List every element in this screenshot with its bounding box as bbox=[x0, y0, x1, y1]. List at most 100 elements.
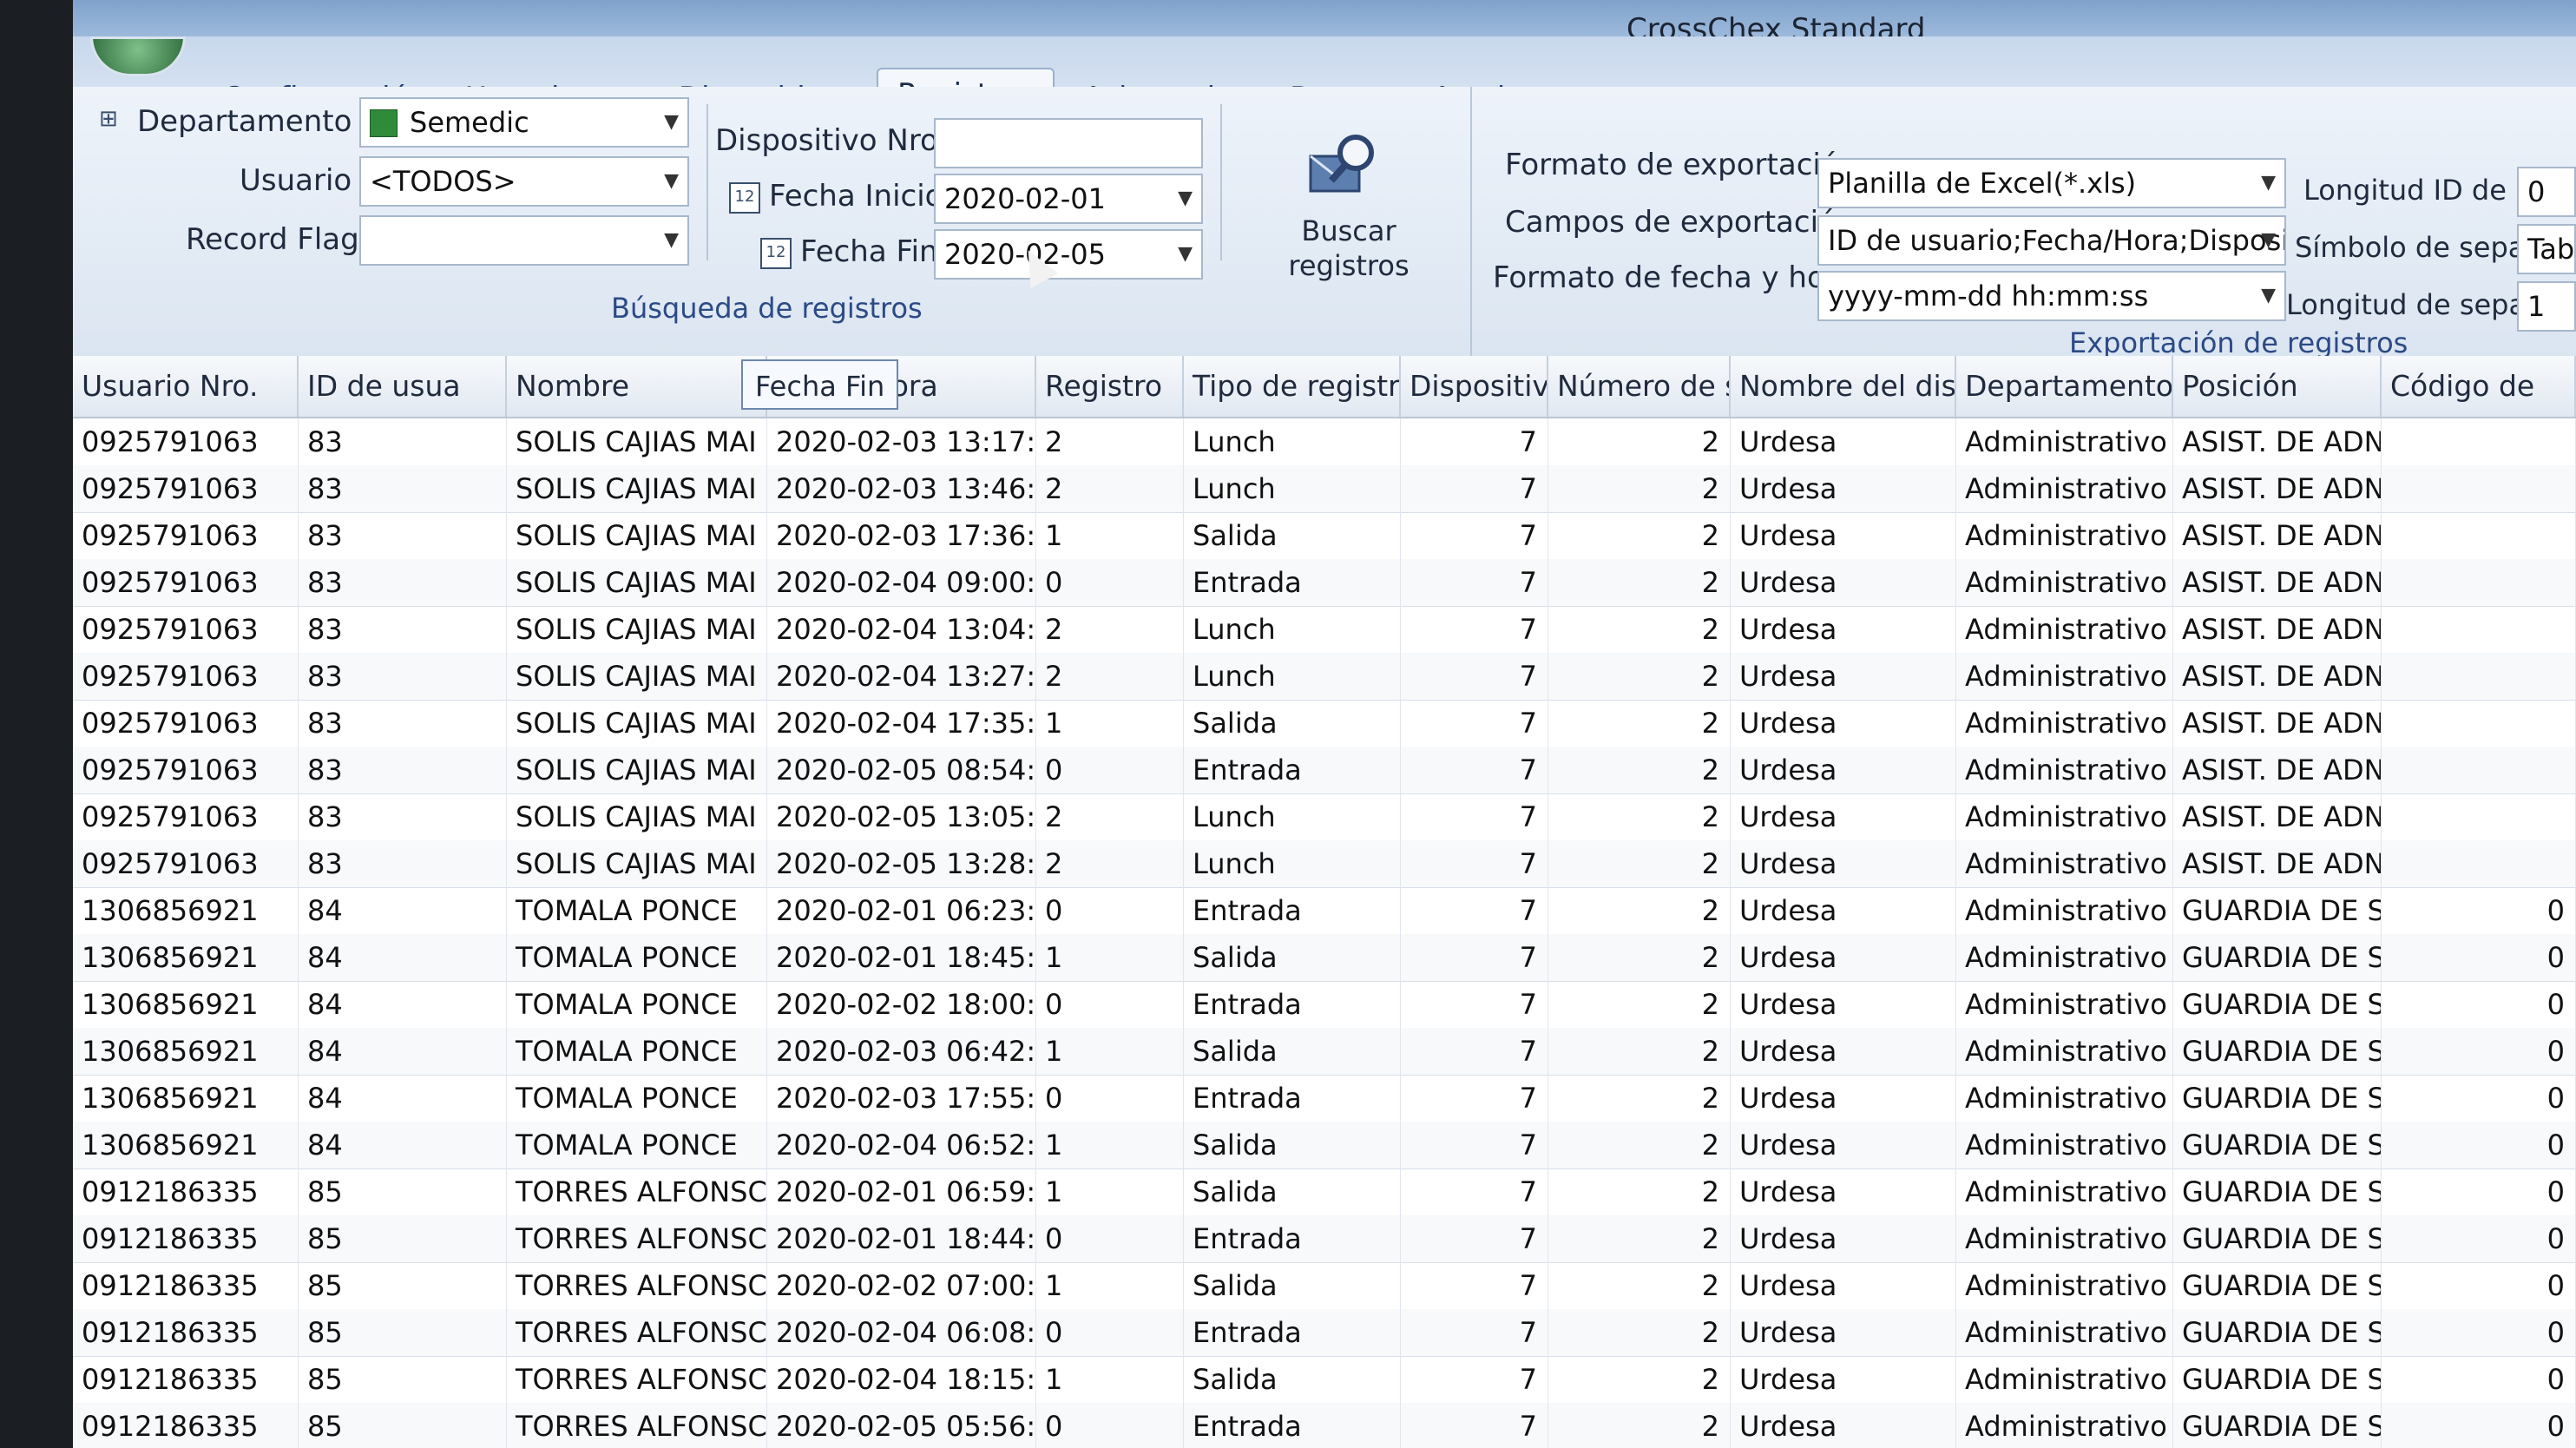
cell-posicion: GUARDIA DE S bbox=[2173, 1403, 2382, 1448]
cell-dispositivo: 7 bbox=[1401, 981, 1548, 1028]
search-records-icon bbox=[1309, 135, 1374, 193]
departamento-value: Semedic bbox=[410, 106, 529, 139]
col-header-registro[interactable]: Registro bbox=[1036, 356, 1184, 417]
table-row[interactable]: 0925791063 83 SOLIS CAJIAS MAI 2020-02-05 1… bbox=[73, 793, 2576, 841]
table-row[interactable]: 1306856921 84 TOMALA PONCE 2020-02-01 06:23… bbox=[73, 887, 2576, 935]
cell-dispositivo: 7 bbox=[1401, 840, 1548, 887]
table-row[interactable]: 0912186335 85 TORRES ALFONSC 2020-02-04 18:… bbox=[73, 1356, 2576, 1404]
cell-dispositivo: 7 bbox=[1401, 793, 1548, 840]
cell-fecha-hora: 2020-02-03 13:46:17 bbox=[767, 465, 1036, 512]
cell-posicion: ASIST. DE ADN bbox=[2173, 747, 2382, 793]
cell-posicion: GUARDIA DE S bbox=[2173, 934, 2382, 981]
fecha-inicio-picker[interactable]: 2020-02-01 ▼ bbox=[934, 174, 1203, 224]
record-flag-select[interactable]: ▼ bbox=[359, 215, 689, 266]
cell-usuario-nro: 0925791063 bbox=[73, 840, 299, 887]
cell-usuario-nro: 0925791063 bbox=[73, 512, 299, 559]
col-header-nombre[interactable]: Nombre bbox=[507, 356, 767, 417]
dispositivo-input[interactable] bbox=[934, 118, 1203, 168]
cell-dispositivo: 7 bbox=[1401, 1262, 1548, 1309]
cell-fecha-hora: 2020-02-01 18:44:26 bbox=[767, 1215, 1036, 1262]
cell-nombre-dispositivo: Urdesa bbox=[1731, 1215, 1956, 1262]
cell-posicion: GUARDIA DE S bbox=[2173, 1215, 2382, 1262]
table-row[interactable]: 0925791063 83 SOLIS CAJIAS MAI 2020-02-05 1… bbox=[73, 840, 2576, 888]
usuario-select[interactable]: <TODOS> ▼ bbox=[359, 156, 689, 207]
cell-numero-serie: 2 bbox=[1548, 512, 1731, 559]
table-row[interactable]: 0925791063 83 SOLIS CAJIAS MAI 2020-02-04 0… bbox=[73, 559, 2576, 607]
cell-numero-serie: 2 bbox=[1548, 700, 1731, 747]
cell-nombre: TORRES ALFONSC bbox=[507, 1168, 767, 1215]
cell-codigo: 0 bbox=[2382, 1168, 2576, 1215]
chevron-down-icon: ▼ bbox=[664, 229, 679, 251]
cell-posicion: GUARDIA DE S bbox=[2173, 1028, 2382, 1075]
cell-id-usuario: 83 bbox=[299, 512, 507, 559]
table-row[interactable]: 0925791063 83 SOLIS CAJIAS MAI 2020-02-04 1… bbox=[73, 700, 2576, 747]
col-header-id-usuario[interactable]: ID de usua bbox=[299, 356, 507, 417]
cell-departamento: Administrativo bbox=[1956, 1028, 2173, 1075]
table-row[interactable]: 0925791063 83 SOLIS CAJIAS MAI 2020-02-03 1… bbox=[73, 418, 2576, 466]
table-row[interactable]: 1306856921 84 TOMALA PONCE 2020-02-03 06:42… bbox=[73, 1028, 2576, 1076]
cell-numero-serie: 2 bbox=[1548, 559, 1731, 606]
org-tree-icon: ⊞ bbox=[99, 106, 118, 132]
cell-departamento: Administrativo bbox=[1956, 793, 2173, 840]
table-row[interactable]: 0925791063 83 SOLIS CAJIAS MAI 2020-02-04 1… bbox=[73, 606, 2576, 654]
longitud-sep-input[interactable]: 1 bbox=[2517, 281, 2576, 332]
col-header-codigo[interactable]: Código de bbox=[2382, 356, 2576, 417]
formato-value: Planilla de Excel(*.xls) bbox=[1828, 167, 2137, 200]
cell-nombre-dispositivo: Urdesa bbox=[1731, 1075, 1956, 1122]
usuario-label: Usuario bbox=[240, 163, 352, 198]
fecha-hora-select[interactable]: yyyy-mm-dd hh:mm:ss ▼ bbox=[1817, 271, 2286, 321]
cell-fecha-hora: 2020-02-04 13:04:38 bbox=[767, 606, 1036, 653]
cell-posicion: ASIST. DE ADN bbox=[2173, 418, 2382, 465]
cell-codigo: 0 bbox=[2382, 934, 2576, 981]
cell-id-usuario: 84 bbox=[299, 934, 507, 981]
separator bbox=[1220, 104, 1222, 260]
simbolo-select[interactable]: Tab bbox=[2517, 224, 2576, 274]
col-header-departamento[interactable]: Departamento bbox=[1956, 356, 2173, 417]
cell-numero-serie: 2 bbox=[1548, 934, 1731, 981]
table-row[interactable]: 0912186335 85 TORRES ALFONSC 2020-02-02 07:… bbox=[73, 1262, 2576, 1310]
cell-id-usuario: 83 bbox=[299, 606, 507, 653]
table-row[interactable]: 1306856921 84 TOMALA PONCE 2020-02-04 06:52… bbox=[73, 1122, 2576, 1169]
chevron-down-icon: ▼ bbox=[664, 170, 679, 192]
table-row[interactable]: 1306856921 84 TOMALA PONCE 2020-02-03 17:55… bbox=[73, 1075, 2576, 1122]
cell-nombre-dispositivo: Urdesa bbox=[1731, 1403, 1956, 1448]
table-row[interactable]: 0912186335 85 TORRES ALFONSC 2020-02-01 18:… bbox=[73, 1215, 2576, 1263]
cell-departamento: Administrativo bbox=[1956, 1168, 2173, 1215]
table-row[interactable]: 0912186335 85 TORRES ALFONSC 2020-02-05 05:… bbox=[73, 1403, 2576, 1448]
col-header-posicion[interactable]: Posición bbox=[2173, 356, 2382, 417]
cell-codigo bbox=[2382, 606, 2576, 653]
formato-select[interactable]: Planilla de Excel(*.xls) ▼ bbox=[1817, 158, 2286, 208]
table-row[interactable]: 1306856921 84 TOMALA PONCE 2020-02-02 18:00… bbox=[73, 981, 2576, 1029]
cell-posicion: GUARDIA DE S bbox=[2173, 1262, 2382, 1309]
table-row[interactable]: 0912186335 85 TORRES ALFONSC 2020-02-04 06:… bbox=[73, 1309, 2576, 1357]
cell-dispositivo: 7 bbox=[1401, 1168, 1548, 1215]
table-row[interactable]: 0912186335 85 TORRES ALFONSC 2020-02-01 06:… bbox=[73, 1168, 2576, 1216]
col-header-tipo-registro[interactable]: Tipo de registro bbox=[1184, 356, 1401, 417]
col-header-numero-serie[interactable]: Número de se bbox=[1548, 356, 1731, 417]
longitud-id-input[interactable]: 0 bbox=[2517, 167, 2576, 217]
col-header-nombre-dispositivo[interactable]: Nombre del dispo bbox=[1731, 356, 1956, 417]
cell-nombre-dispositivo: Urdesa bbox=[1731, 1356, 1956, 1403]
cell-departamento: Administrativo bbox=[1956, 887, 2173, 934]
cell-departamento: Administrativo bbox=[1956, 700, 2173, 747]
cell-tipo-registro: Salida bbox=[1184, 1028, 1401, 1075]
departamento-select[interactable]: Semedic ▼ bbox=[359, 97, 689, 148]
fecha-fin-picker[interactable]: 2020-02-05 ▼ bbox=[934, 229, 1203, 280]
table-row[interactable]: 0925791063 83 SOLIS CAJIAS MAI 2020-02-05 0… bbox=[73, 747, 2576, 794]
cell-id-usuario: 83 bbox=[299, 793, 507, 840]
cell-codigo: 0 bbox=[2382, 887, 2576, 934]
col-header-usuario-nro[interactable]: Usuario Nro. bbox=[73, 356, 299, 417]
cell-departamento: Administrativo bbox=[1956, 1215, 2173, 1262]
calendar-icon: 12 bbox=[760, 238, 792, 269]
fecha-inicio-value: 2020-02-01 bbox=[944, 182, 1106, 215]
table-row[interactable]: 0925791063 83 SOLIS CAJIAS MAI 2020-02-04 1… bbox=[73, 653, 2576, 701]
table-row[interactable]: 0925791063 83 SOLIS CAJIAS MAI 2020-02-03 1… bbox=[73, 512, 2576, 560]
table-row[interactable]: 0925791063 83 SOLIS CAJIAS MAI 2020-02-03 1… bbox=[73, 465, 2576, 513]
campos-select[interactable]: ID de usuario;Fecha/Hora;Dispositi ▼ bbox=[1817, 215, 2286, 266]
cell-dispositivo: 7 bbox=[1401, 1356, 1548, 1403]
app-logo-icon[interactable] bbox=[90, 36, 186, 76]
cell-posicion: GUARDIA DE S bbox=[2173, 1168, 2382, 1215]
buscar-registros-button[interactable]: Buscar registros bbox=[1236, 135, 1453, 295]
table-row[interactable]: 1306856921 84 TOMALA PONCE 2020-02-01 18:45… bbox=[73, 934, 2576, 982]
col-header-dispositivo[interactable]: Dispositivo bbox=[1401, 356, 1548, 417]
